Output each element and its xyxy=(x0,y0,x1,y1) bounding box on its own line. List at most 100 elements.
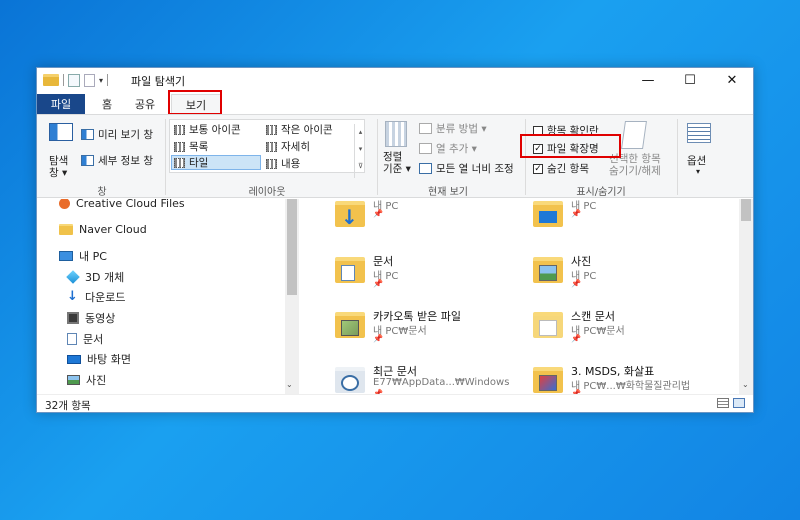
nav-item-label: Naver Cloud xyxy=(79,222,147,236)
group-by-label: 분류 방법 ▾ xyxy=(436,123,487,135)
preview-pane-button[interactable]: 미리 보기 창 xyxy=(81,127,153,142)
new-folder-icon[interactable] xyxy=(84,73,95,87)
item-check-boxes-checkbox[interactable] xyxy=(533,125,543,136)
item-check-boxes-option[interactable]: 항목 확인란 xyxy=(533,123,599,138)
layout-item-label: 보통 아이콘 xyxy=(189,124,241,136)
nav-item-label: Creative Cloud Files xyxy=(76,199,185,210)
navigation-pane-button[interactable]: 탐색 창 ▾ xyxy=(49,155,68,179)
nav-item-this-pc[interactable]: 내 PC xyxy=(59,247,107,265)
item-check-boxes-label: 항목 확인란 xyxy=(547,125,599,137)
layout-item-label: 작은 아이콘 xyxy=(281,124,333,136)
tile-msds-arrows[interactable]: 3. MSDS, 화살표 내 PC₩...₩화학물질관리법 📌 xyxy=(531,357,731,394)
file-extensions-checkbox[interactable]: ✓ xyxy=(533,143,543,154)
add-columns-button[interactable]: 열 추가 ▾ xyxy=(419,141,477,156)
download-icon: ↓ xyxy=(67,289,78,304)
customize-toolbar-arrow-icon[interactable]: ▾ xyxy=(99,76,103,85)
preview-pane-label: 미리 보기 창 xyxy=(98,129,153,141)
nav-item-videos[interactable]: 동영상 xyxy=(67,309,115,327)
msds-folder-icon xyxy=(531,359,567,394)
window-controls: — ☐ ✕ xyxy=(627,68,753,92)
tile-scanned-documents[interactable]: 스캔 문서 내 PC₩문서 📌 xyxy=(531,302,731,352)
options-button[interactable]: 옵션 xyxy=(687,153,706,168)
tab-home[interactable]: 홈 xyxy=(89,94,125,114)
sort-by-button[interactable]: 정렬 기준 ▾ xyxy=(383,151,411,175)
details-view-icon[interactable] xyxy=(717,398,729,408)
toolbar-separator xyxy=(63,74,64,86)
hide-selected-button[interactable]: 선택한 항목 숨기기/해제 xyxy=(609,153,661,177)
desktop-folder-icon xyxy=(531,199,567,229)
hidden-items-label: 숨긴 항목 xyxy=(547,163,589,175)
tile-location: 내 PC₩...₩화학물질관리법 xyxy=(571,381,691,392)
sort-by-icon[interactable] xyxy=(385,121,407,147)
navigation-pane: Creative Cloud Files Naver Cloud 내 PC 3D… xyxy=(37,199,299,394)
document-icon xyxy=(67,333,77,345)
large-icons-view-icon[interactable] xyxy=(733,398,745,408)
scan-folder-icon xyxy=(531,304,567,340)
recent-docs-folder-icon xyxy=(333,359,369,394)
nav-item-desktop[interactable]: 바탕 화면 xyxy=(67,350,131,368)
layout-medium-icons[interactable]: 보통 아이콘 xyxy=(172,122,243,137)
file-explorer-window: ▾ 파일 탐색기 — ☐ ✕ 파일 홈 공유 보기 ⌃ ? 탐색 창 ▾ 미리 … xyxy=(36,67,754,413)
file-list-scroll-thumb[interactable] xyxy=(741,199,751,221)
tab-file[interactable]: 파일 xyxy=(37,94,85,114)
file-list-scrollbar[interactable] xyxy=(739,199,753,394)
details-pane-icon xyxy=(81,155,94,166)
details-pane-button[interactable]: 세부 정보 창 xyxy=(81,153,153,168)
options-dropdown-arrow-icon[interactable]: ▾ xyxy=(696,167,700,176)
nav-item-documents[interactable]: 문서 xyxy=(67,330,103,348)
nav-item-creative-cloud[interactable]: Creative Cloud Files xyxy=(59,199,185,212)
properties-icon[interactable] xyxy=(68,73,80,87)
navigation-pane-scroll-thumb[interactable] xyxy=(287,199,297,295)
tile-downloads[interactable]: ↓ 내 PC 📌 xyxy=(333,199,533,241)
tile-pictures[interactable]: 사진 내 PC 📌 xyxy=(531,247,731,297)
3d-objects-icon xyxy=(66,270,80,284)
tile-recent-documents[interactable]: 최근 문서 E77₩AppData...₩Windows 📌 xyxy=(333,357,533,394)
show-hide-group-label: 표시/숨기기 xyxy=(576,187,626,198)
layout-gallery-scroll[interactable]: ▴ ▾ ⊽ xyxy=(354,124,366,178)
tab-view[interactable]: 보기 xyxy=(171,94,221,114)
panes-group-label: 창 xyxy=(97,187,107,198)
pictures-icon xyxy=(67,375,80,385)
tile-documents[interactable]: 문서 내 PC 📌 xyxy=(333,247,533,297)
hidden-items-checkbox[interactable]: ✓ xyxy=(533,163,543,174)
nav-item-downloads[interactable]: ↓ 다운로드 xyxy=(67,288,125,306)
layout-list[interactable]: 목록 xyxy=(172,139,210,154)
current-view-group-label: 현재 보기 xyxy=(428,187,468,198)
layout-item-label: 내용 xyxy=(281,158,301,170)
layout-small-icons[interactable]: 작은 아이콘 xyxy=(264,122,335,137)
nav-item-naver-cloud[interactable]: Naver Cloud xyxy=(59,220,147,238)
layout-content[interactable]: 내용 xyxy=(264,156,302,171)
nav-item-pictures[interactable]: 사진 xyxy=(67,371,106,389)
details-pane-label: 세부 정보 창 xyxy=(98,155,153,167)
layout-item-label: 자세히 xyxy=(281,141,310,153)
minimize-button[interactable]: — xyxy=(627,68,669,92)
close-button[interactable]: ✕ xyxy=(711,68,753,92)
nav-item-label: 사진 xyxy=(86,374,107,387)
medium-icons-icon xyxy=(174,124,185,135)
scroll-down-arrow-icon[interactable]: ⌄ xyxy=(742,380,749,389)
layout-tiles[interactable]: 타일 xyxy=(171,155,261,170)
tab-share[interactable]: 공유 xyxy=(125,94,165,114)
tile-desktop[interactable]: 내 PC 📌 xyxy=(531,199,731,241)
ribbon-view: 탐색 창 ▾ 미리 보기 창 세부 정보 창 창 보통 아이콘 작은 아이콘 목… xyxy=(37,114,753,198)
maximize-button[interactable]: ☐ xyxy=(669,68,711,92)
nav-item-label: 다운로드 xyxy=(85,291,126,304)
nav-item-3d-objects[interactable]: 3D 개체 xyxy=(66,268,124,286)
scroll-down-arrow-icon[interactable]: ⌄ xyxy=(286,380,293,389)
pinned-icon: 📌 xyxy=(571,279,581,288)
hidden-items-option[interactable]: ✓ 숨긴 항목 xyxy=(533,161,589,176)
options-icon[interactable] xyxy=(687,123,711,143)
add-columns-icon xyxy=(419,143,432,154)
hide-selected-icon[interactable] xyxy=(621,121,647,149)
layout-details[interactable]: 자세히 xyxy=(264,139,312,154)
size-all-columns-button[interactable]: 모든 열 너비 조정 xyxy=(419,161,514,176)
details-icon xyxy=(266,141,277,152)
navigation-pane-icon[interactable] xyxy=(49,123,73,141)
view-switcher xyxy=(717,398,745,408)
layout-item-label: 목록 xyxy=(189,141,209,153)
group-by-button[interactable]: 분류 방법 ▾ xyxy=(419,121,487,136)
tile-kakaotalk-files[interactable]: 카카오톡 받은 파일 내 PC₩문서 📌 xyxy=(333,302,533,352)
folder-icon xyxy=(59,223,73,235)
file-extensions-option[interactable]: ✓ 파일 확장명 xyxy=(533,141,599,156)
ribbon-separator xyxy=(165,119,166,195)
